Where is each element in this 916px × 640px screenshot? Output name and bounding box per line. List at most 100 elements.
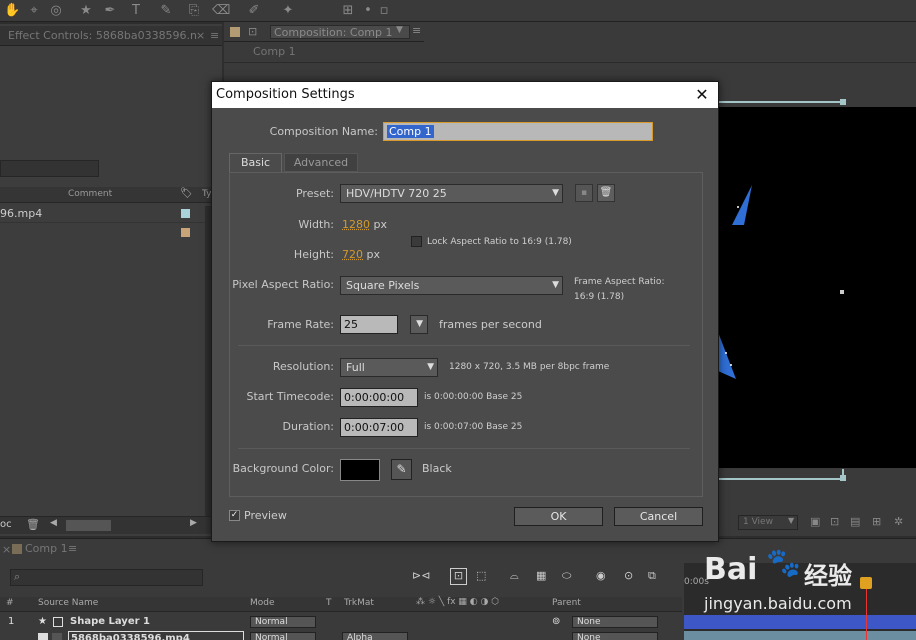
draft-3d-icon[interactable]: ⬚ — [476, 569, 486, 582]
cancel-button[interactable]: Cancel — [614, 507, 703, 526]
label-color-swatch[interactable] — [181, 228, 190, 237]
close-icon[interactable]: × — [196, 26, 205, 46]
frame-rate-select[interactable]: ▼ — [410, 315, 428, 334]
project-item-row[interactable]: 96.mp4 — [0, 206, 205, 222]
motion-blur-icon[interactable]: ⬭ — [562, 569, 571, 583]
start-timecode-input[interactable]: 0:00:00:00 — [340, 388, 418, 407]
layer-bar[interactable] — [684, 631, 916, 640]
duration-info: is 0:00:07:00 Base 25 — [424, 422, 523, 432]
toggle-transparency-icon[interactable]: ▣ — [810, 515, 820, 528]
lock-aspect-checkbox[interactable] — [411, 236, 422, 247]
project-search-input[interactable] — [0, 160, 99, 177]
reset-exposure-icon[interactable]: ✲ — [894, 515, 903, 528]
hand-tool-icon[interactable]: ✋ — [4, 3, 20, 19]
composition-tab[interactable]: ⊡ Composition: Comp 1 ▼ ≡ — [224, 22, 424, 42]
layer-name[interactable]: Shape Layer 1 — [70, 615, 150, 629]
delete-preset-icon[interactable]: 🗑 — [597, 184, 615, 202]
bpc-label[interactable]: oc — [0, 519, 12, 530]
trash-icon[interactable]: 🗑 — [26, 518, 40, 531]
layer-row[interactable]: 1 ★ Shape Layer 1 Normal ⊚ None — [0, 615, 682, 629]
label-color-swatch[interactable] — [181, 209, 190, 218]
panel-menu-icon[interactable]: ≡ — [412, 24, 421, 37]
chevron-down-icon[interactable]: ▼ — [788, 516, 794, 525]
star-shape-tool-icon[interactable]: ★ — [78, 3, 94, 19]
preview-checkbox[interactable]: ✓ — [229, 510, 240, 521]
flowchart-icon[interactable]: ⊞ — [872, 515, 881, 528]
bg-color-swatch[interactable] — [340, 459, 380, 481]
comment-column-header[interactable]: Comment — [68, 189, 112, 199]
frame-blending-icon[interactable]: ▦ — [536, 569, 546, 582]
comp-mini-flowchart-icon[interactable]: ⊳⊲ — [412, 569, 430, 582]
grid-icon[interactable]: ▫ — [376, 3, 392, 19]
close-icon[interactable]: × — [2, 543, 11, 556]
bounding-box-handle[interactable] — [840, 99, 846, 105]
ok-button[interactable]: OK — [514, 507, 603, 526]
scroll-right-icon[interactable]: ▶ — [190, 518, 197, 528]
pixel-aspect-select[interactable]: Square Pixels ▼ — [340, 276, 563, 295]
text-tool-icon[interactable]: T — [128, 3, 144, 19]
clone-tool-icon[interactable]: ⎘ — [186, 3, 202, 19]
panel-menu-icon[interactable]: ≡ — [210, 26, 219, 46]
resolution-select[interactable]: Full ▼ — [340, 358, 438, 377]
puppet-tool-icon[interactable]: ✦ — [280, 3, 296, 19]
source-name-column[interactable]: Source Name — [38, 598, 98, 608]
timeline-search-input[interactable]: ⌕ — [10, 569, 203, 586]
comp-breadcrumb[interactable]: Comp 1 — [253, 45, 296, 58]
graph-editor-icon[interactable]: ⧉ — [648, 569, 656, 583]
camera-tool-icon[interactable]: ⌖ — [26, 3, 42, 19]
eraser-tool-icon[interactable]: ⌫ — [212, 3, 230, 19]
duration-input[interactable]: 0:00:07:00 — [340, 418, 418, 437]
type-column-header[interactable]: Ty — [202, 189, 211, 199]
scroll-thumb[interactable] — [66, 520, 111, 531]
pen-tool-icon[interactable]: ✒ — [102, 3, 118, 19]
layer-mode-select[interactable]: Normal — [250, 632, 316, 640]
height-field[interactable]: 720 px — [342, 248, 380, 261]
scroll-left-icon[interactable]: ◀ — [50, 518, 57, 528]
brush-tool-icon[interactable]: ✎ — [158, 3, 174, 19]
tab-basic[interactable]: Basic — [229, 153, 282, 172]
shy-icon[interactable]: ⌓ — [510, 569, 519, 583]
layer-parent-select[interactable]: None — [572, 632, 658, 640]
px-unit: px — [366, 248, 381, 261]
orbit-tool-icon[interactable]: ◎ — [48, 3, 64, 19]
comp-name-input[interactable]: Comp 1 — [383, 122, 653, 141]
timeline-tab[interactable]: × Comp 1 ≡ — [0, 539, 80, 559]
layer-row[interactable]: 5868ba0338596.mp4 Normal Alpha None — [0, 631, 682, 640]
divider — [238, 345, 690, 346]
parent-column[interactable]: Parent — [552, 598, 581, 608]
chevron-down-icon[interactable]: ▼ — [396, 25, 403, 35]
t-column[interactable]: T — [326, 598, 332, 608]
effect-controls-tab[interactable]: Effect Controls: 5868ba0338596.n × ≡ — [0, 26, 222, 46]
brainstorm-icon[interactable]: ◉ — [596, 569, 606, 582]
preset-select[interactable]: HDV/HDTV 720 25 ▼ — [340, 184, 563, 203]
tab-advanced[interactable]: Advanced — [284, 153, 358, 172]
lock-icon[interactable]: ⊡ — [248, 22, 262, 42]
region-of-interest-icon[interactable]: ⊡ — [830, 515, 839, 528]
width-field[interactable]: 1280 px — [342, 218, 387, 231]
close-icon[interactable]: ✕ — [690, 84, 714, 106]
width-value[interactable]: 1280 — [342, 218, 370, 231]
fast-preview-icon[interactable]: ▤ — [850, 515, 860, 528]
trkmat-column[interactable]: TrkMat — [344, 598, 374, 608]
roto-brush-icon[interactable]: ✐ — [246, 3, 262, 19]
project-item-row[interactable] — [0, 222, 205, 238]
layer-trkmat-select[interactable]: Alpha — [342, 632, 408, 640]
live-update-icon[interactable]: ⊡ — [450, 568, 467, 585]
star-shape-graphic[interactable] — [718, 107, 916, 468]
preview-label: Preview — [244, 509, 287, 522]
save-preset-icon[interactable]: ▪ — [575, 184, 593, 202]
height-value[interactable]: 720 — [342, 248, 363, 261]
composition-viewer[interactable] — [718, 107, 916, 468]
chevron-down-icon: ▼ — [552, 188, 559, 198]
layer-parent-select[interactable]: None — [572, 616, 658, 628]
frame-rate-input[interactable]: 25 — [340, 315, 398, 334]
snap-icon[interactable]: ⊞ — [340, 3, 356, 19]
layer-mode-select[interactable]: Normal — [250, 616, 316, 628]
pickwhip-icon[interactable]: ⊚ — [552, 615, 560, 629]
auto-keyframe-icon[interactable]: ⊙ — [624, 569, 633, 582]
eyedropper-icon[interactable]: ✎ — [391, 459, 412, 480]
mode-column[interactable]: Mode — [250, 598, 275, 608]
video-toggle-icon[interactable] — [38, 633, 48, 640]
panel-menu-icon[interactable]: ≡ — [68, 542, 77, 555]
layer-name[interactable]: 5868ba0338596.mp4 — [68, 631, 244, 640]
